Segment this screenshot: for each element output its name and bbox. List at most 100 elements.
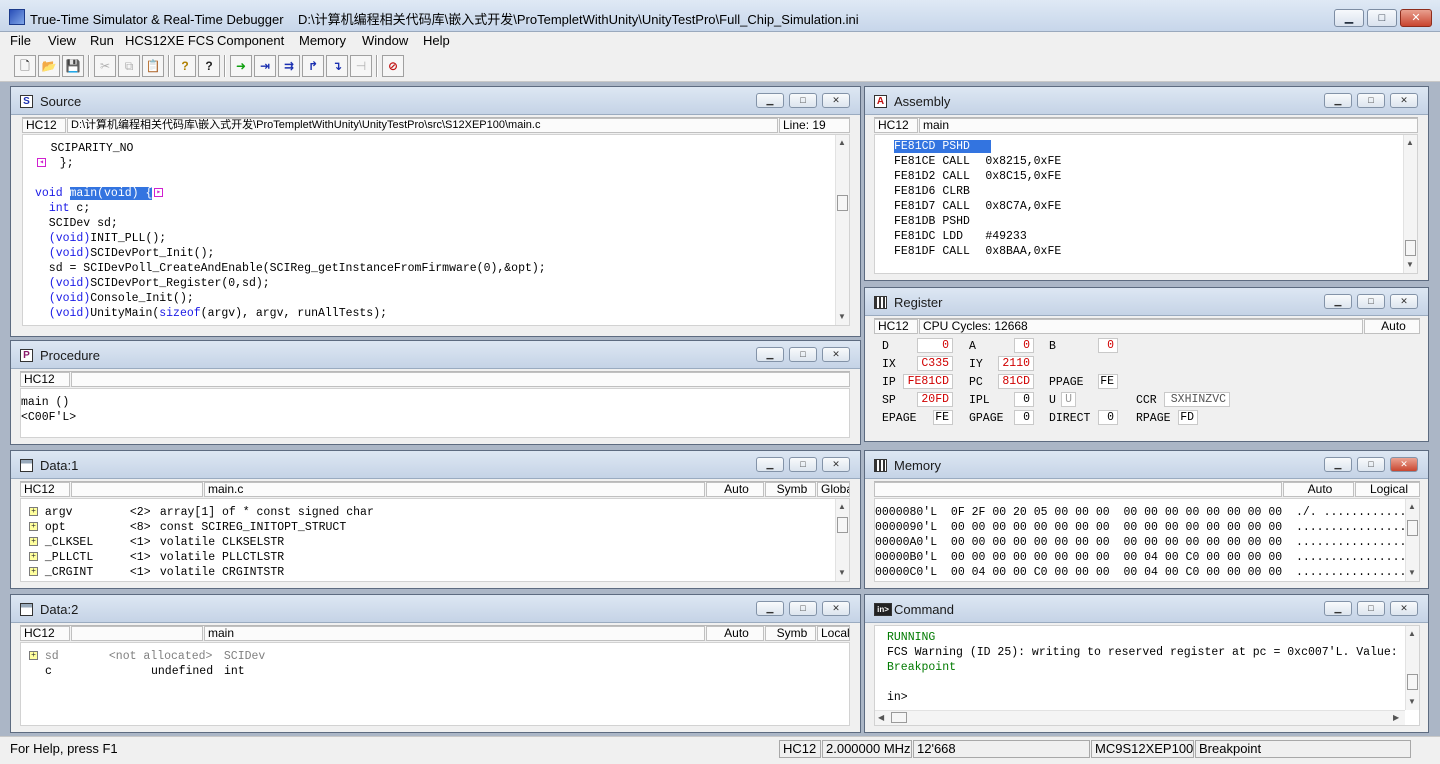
copy-icon[interactable]: ⧉ [118, 55, 140, 77]
source-minimize-button[interactable]: ▁ [756, 93, 784, 108]
start-continue-icon[interactable]: ➜ [230, 55, 252, 77]
reg-sp-value[interactable]: 20FD [917, 392, 953, 407]
reg-gpage-value[interactable]: 0 [1014, 410, 1034, 425]
assembly-step-icon[interactable]: ↴ [326, 55, 348, 77]
data2-pane[interactable]: + sd <not allocated> SCIDev c undefined int [20, 642, 850, 726]
data-row[interactable]: + _PLLCTL <1> volatile PLLCTLSTR [29, 551, 284, 564]
scroll-thumb[interactable] [1405, 240, 1416, 256]
breakpoint-marker-icon[interactable]: ◂ [37, 158, 46, 168]
register-mode[interactable]: Auto [1364, 319, 1420, 334]
menu-memory[interactable]: Memory [299, 33, 346, 48]
reg-d-value[interactable]: 0 [917, 338, 953, 353]
assembly-pane[interactable]: FE81CD PSHD FE81CE CALL 0x8215,0xFE FE81D… [874, 134, 1418, 274]
memory-row[interactable]: 00000A0'L 00 00 00 00 00 00 00 00 00 00 … [875, 536, 1406, 549]
data1-mode[interactable]: Auto [706, 482, 764, 497]
expand-icon[interactable]: + [29, 651, 38, 661]
asm-row[interactable]: FE81DB PSHD [894, 215, 985, 228]
step-over-icon[interactable]: ⇉ [278, 55, 300, 77]
expand-icon[interactable]: + [29, 552, 38, 562]
memory-row[interactable]: 0000080'L 0F 2F 00 20 05 00 00 00 00 00 … [875, 506, 1406, 519]
reg-u-value[interactable]: U [1061, 392, 1076, 407]
asm-row[interactable]: FE81DF CALL 0x8BAA,0xFE [894, 245, 1061, 258]
data1-maximize-button[interactable]: □ [789, 457, 817, 472]
menu-window[interactable]: Window [362, 33, 408, 48]
save-icon[interactable]: 💾 [62, 55, 84, 77]
data-row[interactable]: + argv <2> array[1] of * const signed char [29, 506, 374, 519]
command-minimize-button[interactable]: ▁ [1324, 601, 1352, 616]
command-prompt[interactable]: in> [887, 691, 908, 704]
memory-row[interactable]: 00000B0'L 00 00 00 00 00 00 00 00 00 04 … [875, 551, 1406, 564]
help-icon[interactable]: ? [174, 55, 196, 77]
procedure-item[interactable]: <C00F'L> [21, 411, 76, 424]
halt-icon[interactable]: ⊣ [350, 55, 372, 77]
procedure-pane[interactable]: main () <C00F'L> [20, 388, 850, 438]
data1-pane[interactable]: + argv <2> array[1] of * const signed char… [20, 498, 850, 582]
register-maximize-button[interactable]: □ [1357, 294, 1385, 309]
command-pane[interactable]: RUNNING FCS Warning (ID 25): writing to … [874, 625, 1420, 726]
data2-close-button[interactable]: ✕ [822, 601, 850, 616]
data-row[interactable]: c undefined int [29, 665, 245, 678]
command-horizontal-scrollbar[interactable]: ◀ ▶ [875, 710, 1405, 725]
procedure-item[interactable]: main () [21, 396, 69, 409]
menu-hcs12xe-fcs[interactable]: HCS12XE FCS [125, 33, 214, 48]
step-out-icon[interactable]: ↱ [302, 55, 324, 77]
expand-icon[interactable]: + [29, 567, 38, 577]
reg-pc-value[interactable]: 81CD [998, 374, 1034, 389]
reg-iy-value[interactable]: 2110 [998, 356, 1034, 371]
new-file-icon[interactable]: 🗋 [14, 55, 36, 77]
open-file-icon[interactable]: 📂 [38, 55, 60, 77]
source-close-button[interactable]: ✕ [822, 93, 850, 108]
asm-row[interactable]: FE81D2 CALL 0x8C15,0xFE [894, 170, 1061, 183]
reg-ppage-value[interactable]: FE [1098, 374, 1118, 389]
asm-row[interactable]: FE81CE CALL 0x8215,0xFE [894, 155, 1061, 168]
assembly-vertical-scrollbar[interactable]: ▲ ▼ [1403, 135, 1417, 273]
expand-icon[interactable]: + [29, 507, 38, 517]
expand-icon[interactable]: + [29, 522, 38, 532]
cut-icon[interactable]: ✂ [94, 55, 116, 77]
reg-ccr-value[interactable]: SXHINZVC [1164, 392, 1230, 407]
asm-row[interactable]: FE81D7 CALL 0x8C7A,0xFE [894, 200, 1061, 213]
register-close-button[interactable]: ✕ [1390, 294, 1418, 309]
assembly-maximize-button[interactable]: □ [1357, 93, 1385, 108]
data1-scope[interactable]: Global [817, 482, 850, 497]
asm-row[interactable]: FE81D6 CLRB [894, 185, 985, 198]
procedure-close-button[interactable]: ✕ [822, 347, 850, 362]
data2-scope[interactable]: Local [817, 626, 850, 641]
menu-help[interactable]: Help [423, 33, 450, 48]
menu-view[interactable]: View [48, 33, 76, 48]
data2-mode[interactable]: Auto [706, 626, 764, 641]
data1-format[interactable]: Symb [765, 482, 816, 497]
reset-target-icon[interactable]: ⊘ [382, 55, 404, 77]
scroll-thumb[interactable] [837, 195, 848, 211]
data1-close-button[interactable]: ✕ [822, 457, 850, 472]
data-row[interactable]: + _CLKSEL <1> volatile CLKSELSTR [29, 536, 284, 549]
data2-maximize-button[interactable]: □ [789, 601, 817, 616]
reg-epage-value[interactable]: FE [933, 410, 953, 425]
scroll-thumb[interactable] [1407, 674, 1418, 690]
scroll-thumb[interactable] [837, 517, 848, 533]
data1-vertical-scrollbar[interactable]: ▲ ▼ [835, 499, 849, 581]
memory-minimize-button[interactable]: ▁ [1324, 457, 1352, 472]
memory-row[interactable]: 00000C0'L 00 04 00 00 C0 00 00 00 00 04 … [875, 566, 1406, 579]
procedure-maximize-button[interactable]: □ [789, 347, 817, 362]
memory-format[interactable]: Logical [1355, 482, 1420, 497]
paste-icon[interactable]: 📋 [142, 55, 164, 77]
asm-row[interactable]: FE81DC LDD #49233 [894, 230, 1027, 243]
register-minimize-button[interactable]: ▁ [1324, 294, 1352, 309]
command-close-button[interactable]: ✕ [1390, 601, 1418, 616]
scroll-thumb[interactable] [891, 712, 907, 723]
reg-ipl-value[interactable]: 0 [1014, 392, 1034, 407]
command-vertical-scrollbar[interactable]: ▲ ▼ [1405, 626, 1419, 710]
source-maximize-button[interactable]: □ [789, 93, 817, 108]
menu-file[interactable]: File [10, 33, 31, 48]
reg-b-value[interactable]: 0 [1098, 338, 1118, 353]
expand-icon[interactable]: + [29, 537, 38, 547]
memory-maximize-button[interactable]: □ [1357, 457, 1385, 472]
menu-run[interactable]: Run [90, 33, 114, 48]
data-row[interactable]: + _CRGINT <1> volatile CRGINTSTR [29, 566, 284, 579]
memory-row[interactable]: 0000090'L 00 00 00 00 00 00 00 00 00 00 … [875, 521, 1406, 534]
assembly-minimize-button[interactable]: ▁ [1324, 93, 1352, 108]
memory-pane[interactable]: 0000080'L 0F 2F 00 20 05 00 00 00 00 00 … [874, 498, 1420, 582]
context-help-icon[interactable]: ? [198, 55, 220, 77]
source-vertical-scrollbar[interactable]: ▲ ▼ [835, 135, 849, 325]
